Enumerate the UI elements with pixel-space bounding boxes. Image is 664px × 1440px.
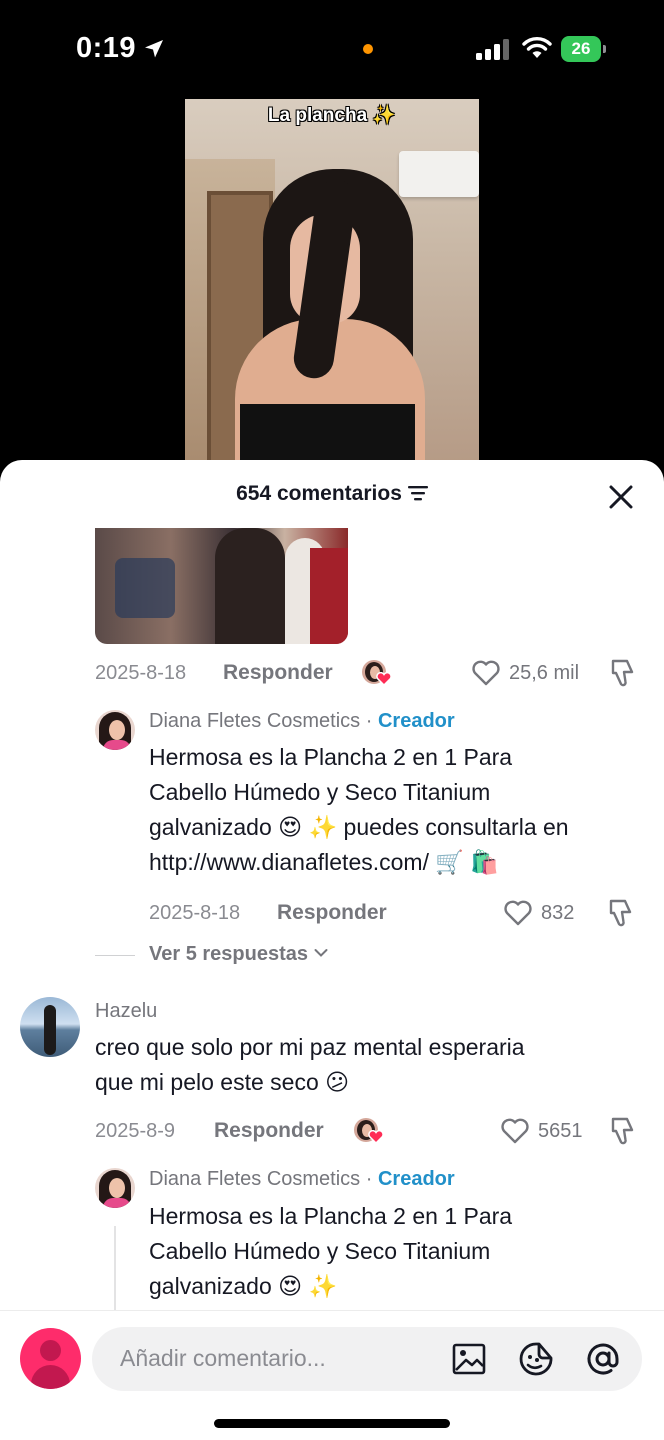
reply-text-line: Cabello Húmedo y Seco Titanium bbox=[149, 779, 491, 805]
heart-filled-icon bbox=[376, 672, 392, 686]
wifi-icon bbox=[522, 37, 552, 58]
comments-count-title[interactable]: 654 comentarios bbox=[0, 482, 664, 506]
thread-line bbox=[114, 1226, 116, 1316]
battery-cap bbox=[603, 45, 606, 53]
comment-text-line: creo que solo por mi paz mental esperari… bbox=[95, 1034, 525, 1060]
signal-icon bbox=[476, 39, 509, 60]
comment-author[interactable]: Hazelu bbox=[95, 1000, 157, 1023]
comment-input[interactable]: Añadir comentario... bbox=[92, 1327, 642, 1391]
creator-badge: Creador bbox=[377, 710, 455, 732]
home-indicator bbox=[214, 1419, 450, 1428]
my-avatar-bust bbox=[31, 1365, 70, 1389]
avatar[interactable] bbox=[20, 997, 80, 1057]
chevron-down-icon bbox=[314, 949, 328, 957]
comment-image[interactable] bbox=[95, 528, 348, 644]
comments-header: 654 comentarios bbox=[0, 460, 664, 528]
avatar[interactable] bbox=[95, 1168, 135, 1208]
heart-icon[interactable] bbox=[503, 899, 533, 927]
comments-sheet: 654 comentarios 2025-8-18 Responder 25,6… bbox=[0, 460, 664, 1440]
reply-author-name: Diana Fletes Cosmetics bbox=[149, 1168, 361, 1190]
heart-icon[interactable] bbox=[500, 1117, 530, 1145]
comment-text: creo que solo por mi paz mental esperari… bbox=[95, 1030, 525, 1100]
separator-dot: · bbox=[360, 710, 378, 732]
avatar[interactable] bbox=[95, 710, 135, 750]
reply-text-line: Cabello Húmedo y Seco Titanium bbox=[149, 1238, 491, 1264]
comments-count-label: 654 comentarios bbox=[236, 482, 402, 505]
reply-text-line: Hermosa es la Plancha 2 en 1 Para bbox=[149, 744, 513, 770]
filter-icon[interactable] bbox=[407, 485, 428, 501]
view-replies-label: Ver 5 respuestas bbox=[149, 943, 308, 965]
video-preview[interactable]: La plancha ✨ bbox=[185, 99, 479, 469]
reply-text-line: http://www.dianafletes.com/ 🛒 🛍️ bbox=[149, 849, 500, 875]
creator-badge: Creador bbox=[377, 1168, 455, 1190]
like-count: 832 bbox=[541, 902, 575, 924]
comment-image-bg-shape bbox=[115, 558, 175, 618]
video-caption: La plancha ✨ bbox=[185, 103, 479, 127]
view-replies-button[interactable]: Ver 5 respuestas bbox=[149, 943, 328, 966]
heart-filled-icon bbox=[368, 1130, 384, 1144]
comment-date: 2025-8-18 bbox=[95, 662, 187, 684]
close-icon[interactable] bbox=[608, 484, 634, 510]
battery-level: 26 bbox=[561, 36, 601, 62]
image-icon[interactable] bbox=[452, 1343, 486, 1375]
reply-text: Hermosa es la Plancha 2 en 1 Para Cabell… bbox=[149, 1199, 512, 1304]
avatar-shirt bbox=[103, 740, 131, 750]
status-time: 0:19 bbox=[76, 32, 137, 64]
dislike-icon[interactable] bbox=[609, 658, 637, 688]
comment-date: 2025-8-9 bbox=[95, 1120, 176, 1142]
avatar-person bbox=[44, 1005, 56, 1055]
comment-image-backpack bbox=[310, 548, 348, 644]
reply-author-name: Diana Fletes Cosmetics bbox=[149, 710, 361, 732]
reply-button[interactable]: Responder bbox=[223, 661, 333, 685]
video-caption-emoji: ✨ bbox=[372, 105, 397, 126]
reply-author[interactable]: Diana Fletes Cosmetics · Creador bbox=[149, 1168, 455, 1191]
video-caption-text: La plancha bbox=[267, 105, 368, 126]
comment-input-placeholder: Añadir comentario... bbox=[120, 1345, 326, 1371]
reply-text: Hermosa es la Plancha 2 en 1 Para Cabell… bbox=[149, 740, 569, 880]
avatar-shirt bbox=[103, 1198, 131, 1208]
like-count: 5651 bbox=[538, 1120, 583, 1142]
heart-icon[interactable] bbox=[471, 659, 501, 687]
dislike-icon[interactable] bbox=[609, 1116, 637, 1146]
status-bar: 0:19 26 bbox=[0, 0, 664, 96]
battery-indicator: 26 bbox=[561, 36, 607, 62]
comment-input-bar: Añadir comentario... bbox=[0, 1310, 664, 1440]
privacy-indicator-dot bbox=[363, 44, 373, 54]
avatar-face bbox=[109, 1178, 125, 1198]
location-arrow-icon bbox=[145, 40, 163, 58]
sticker-icon[interactable] bbox=[517, 1341, 555, 1377]
comment-text-line: que mi pelo este seco 😕 bbox=[95, 1069, 350, 1095]
like-count: 25,6 mil bbox=[509, 662, 580, 684]
reply-button[interactable]: Responder bbox=[277, 901, 387, 925]
reply-button[interactable]: Responder bbox=[214, 1119, 324, 1143]
separator-dot: · bbox=[360, 1168, 378, 1190]
avatar-face bbox=[109, 720, 125, 740]
reply-text-line: Hermosa es la Plancha 2 en 1 Para bbox=[149, 1203, 513, 1229]
reply-text-line: galvanizado 😍 ✨ bbox=[149, 1273, 338, 1299]
my-avatar[interactable] bbox=[20, 1328, 81, 1389]
dislike-icon[interactable] bbox=[607, 898, 635, 928]
replies-divider bbox=[95, 955, 135, 956]
comment-image-person-hair bbox=[215, 528, 285, 644]
my-avatar-head bbox=[40, 1340, 61, 1361]
reply-author[interactable]: Diana Fletes Cosmetics · Creador bbox=[149, 710, 455, 733]
reply-date: 2025-8-18 bbox=[149, 902, 241, 924]
mention-icon[interactable] bbox=[584, 1341, 622, 1377]
creator-liked-badge bbox=[362, 660, 392, 686]
video-scene-air-conditioner bbox=[399, 151, 479, 197]
reply-text-line: galvanizado 😍 ✨ puedes consultarla en bbox=[149, 814, 569, 840]
creator-liked-badge bbox=[354, 1118, 384, 1144]
